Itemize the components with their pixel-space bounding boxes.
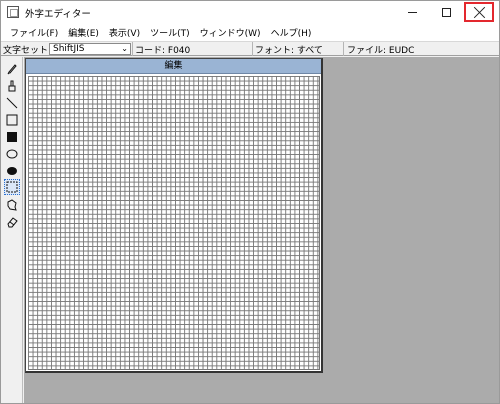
hollow-ellipse-icon bbox=[6, 149, 18, 159]
info-bar: 文字セット: ShiftJIS ⌄ コード: F040 フォント: すべて ファ… bbox=[1, 41, 499, 56]
brush-tool[interactable] bbox=[4, 78, 20, 94]
app-icon bbox=[7, 6, 19, 18]
charset-label: 文字セット: bbox=[3, 46, 52, 56]
title-bar[interactable]: 外字エディター bbox=[1, 1, 499, 23]
eudc-editor-window: 外字エディター ファイル(F) 編集(E) 表示(V) ツール(T) ウィンドウ… bbox=[0, 0, 500, 404]
glyph-edit-grid[interactable] bbox=[28, 76, 320, 370]
filled-ellipse-tool[interactable] bbox=[4, 163, 20, 179]
menu-file[interactable]: ファイル(F) bbox=[5, 26, 63, 39]
filled-rectangle-icon bbox=[7, 132, 17, 142]
edit-panel-header: 編集 bbox=[26, 59, 321, 74]
menu-window[interactable]: ウィンドウ(W) bbox=[195, 26, 266, 39]
freeform-select-icon bbox=[7, 199, 17, 211]
menu-view[interactable]: 表示(V) bbox=[104, 26, 145, 39]
filled-rectangle-tool[interactable] bbox=[4, 129, 20, 145]
hollow-ellipse-tool[interactable] bbox=[4, 146, 20, 162]
brush-icon bbox=[8, 80, 16, 92]
code-label: コード: F040 bbox=[135, 46, 191, 56]
filled-ellipse-icon bbox=[7, 167, 17, 175]
maximize-button[interactable] bbox=[429, 1, 463, 23]
hollow-rectangle-tool[interactable] bbox=[4, 112, 20, 128]
eraser-tool[interactable] bbox=[4, 214, 20, 230]
edit-panel: 編集 bbox=[25, 58, 323, 373]
tool-palette bbox=[1, 57, 23, 403]
charset-value: ShiftJIS bbox=[53, 44, 85, 54]
maximize-icon bbox=[441, 7, 451, 17]
editor-workspace: 編集 bbox=[24, 57, 499, 403]
close-button[interactable] bbox=[464, 2, 494, 22]
eraser-icon bbox=[7, 217, 18, 228]
info-separator bbox=[252, 42, 253, 56]
minimize-icon bbox=[407, 11, 417, 13]
font-label: フォント: すべて bbox=[255, 46, 323, 56]
info-separator bbox=[343, 42, 344, 56]
minimize-button[interactable] bbox=[395, 1, 429, 23]
line-icon bbox=[6, 97, 18, 109]
menu-tools[interactable]: ツール(T) bbox=[145, 26, 195, 39]
window-title: 外字エディター bbox=[25, 9, 91, 20]
file-label: ファイル: EUDC bbox=[347, 46, 415, 56]
line-tool[interactable] bbox=[4, 95, 20, 111]
rectangular-select-tool[interactable] bbox=[4, 179, 20, 195]
charset-select[interactable]: ShiftJIS ⌄ bbox=[49, 43, 131, 55]
info-separator bbox=[132, 42, 133, 56]
menu-help[interactable]: ヘルプ(H) bbox=[266, 26, 317, 39]
freeform-select-tool[interactable] bbox=[4, 197, 20, 213]
hollow-rectangle-icon bbox=[6, 114, 18, 126]
pencil-tool[interactable] bbox=[4, 61, 20, 77]
menu-bar: ファイル(F) 編集(E) 表示(V) ツール(T) ウィンドウ(W) ヘルプ(… bbox=[1, 23, 499, 41]
pencil-icon bbox=[7, 64, 17, 75]
menu-edit[interactable]: 編集(E) bbox=[63, 26, 104, 39]
close-icon bbox=[474, 7, 485, 18]
chevron-down-icon: ⌄ bbox=[121, 44, 128, 53]
rectangular-select-icon bbox=[6, 181, 18, 193]
